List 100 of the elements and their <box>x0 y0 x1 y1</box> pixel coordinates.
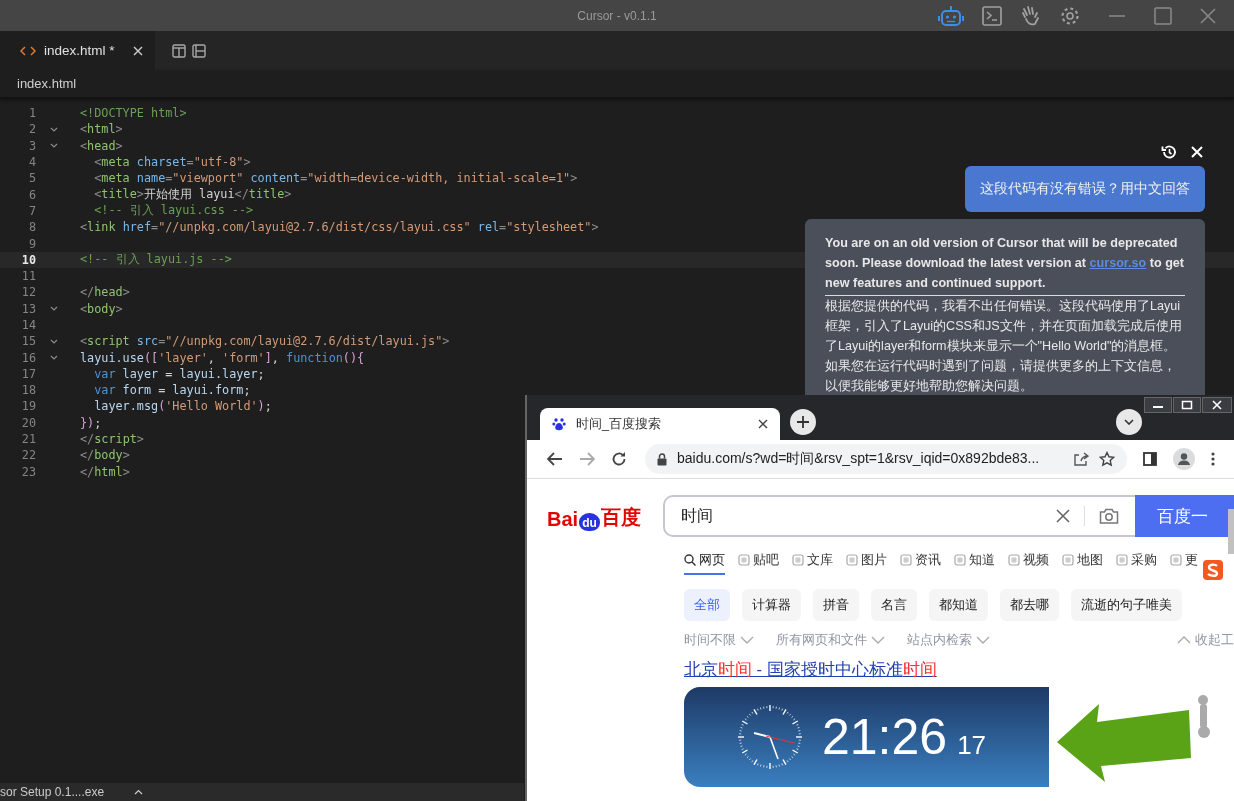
user-message: 这段代码有没有错误？用中文回答 <box>965 166 1205 212</box>
code-line: <!-- 引入 layui.js --> <box>80 251 232 268</box>
line-number: 2 <box>27 122 36 137</box>
new-tab-button[interactable] <box>790 409 816 435</box>
download-file-name[interactable]: sor Setup 0.1....exe <box>0 785 105 799</box>
code-line: <!-- 引入 layui.css --> <box>93 202 254 219</box>
line-number: 16 <box>20 350 36 365</box>
fold-icon[interactable] <box>50 126 58 132</box>
maximize-icon[interactable] <box>1173 397 1201 413</box>
search-category-tab[interactable]: 网页 <box>684 547 725 575</box>
sidebar-icon[interactable] <box>1143 452 1157 466</box>
tab-title: 时间_百度搜索 <box>576 415 661 433</box>
terminal-icon[interactable] <box>982 5 1002 26</box>
close-icon[interactable] <box>1202 397 1232 413</box>
search-category-tab[interactable]: 更 <box>1170 547 1198 575</box>
code-line: }); <box>80 415 102 430</box>
line-number: 10 <box>20 252 36 267</box>
category-icon <box>1170 554 1182 566</box>
editor-tab[interactable]: index.html * <box>0 31 155 70</box>
clock-seconds: 17 <box>957 729 987 761</box>
code-line: var form = layui.form; <box>93 383 251 398</box>
category-icon <box>1008 554 1020 566</box>
chevron-down-icon <box>740 636 754 644</box>
split-horizontal-icon[interactable] <box>192 43 206 58</box>
minimize-icon[interactable] <box>1144 397 1172 413</box>
search-field[interactable]: 时间 <box>663 495 1136 537</box>
search-category-tab[interactable]: 资讯 <box>900 547 941 575</box>
line-number: 13 <box>20 301 36 316</box>
sogou-ime-icon[interactable] <box>1202 559 1224 581</box>
split-vertical-icon[interactable] <box>172 43 186 58</box>
search-category-tab[interactable]: 图片 <box>846 547 887 575</box>
clock-time: 21:26 <box>822 708 948 766</box>
profile-icon[interactable] <box>1173 448 1195 470</box>
fold-icon[interactable] <box>50 143 58 149</box>
more-icon[interactable] <box>1211 452 1215 466</box>
filter-chip[interactable]: 名言 <box>871 589 917 621</box>
breadcrumb[interactable]: index.html <box>17 76 77 91</box>
filter-chip[interactable]: 全部 <box>684 589 730 621</box>
search-button[interactable]: 百度一 <box>1135 495 1234 537</box>
clear-icon[interactable] <box>1056 509 1071 523</box>
browser-tab[interactable]: 时间_百度搜索 <box>540 408 780 440</box>
line-number: 4 <box>27 155 36 170</box>
filter-chip[interactable]: 流逝的句子唯美 <box>1071 589 1182 621</box>
code-line: layer.msg('Hello World'); <box>93 399 272 414</box>
line-number: 18 <box>20 383 36 398</box>
robot-icon[interactable] <box>938 4 964 27</box>
line-number: 15 <box>20 334 36 349</box>
share-icon[interactable] <box>1073 452 1089 466</box>
filter-chip[interactable]: 计算器 <box>742 589 801 621</box>
filter-chip[interactable]: 都去哪 <box>1000 589 1059 621</box>
category-icon <box>1062 554 1074 566</box>
reload-icon[interactable] <box>611 451 627 467</box>
lock-icon <box>657 452 667 466</box>
search-icon <box>684 554 696 566</box>
search-category-tab[interactable]: 采购 <box>1116 547 1157 575</box>
line-number: 1 <box>27 106 36 121</box>
deprecation-notice: You are on an old version of Cursor that will be deprecated soon. Please download the latest version at cursor.so to get new features and continued support. <box>825 233 1185 296</box>
window-title: Cursor - v0.1.1 <box>577 8 657 23</box>
search-category-tab[interactable]: 知道 <box>954 547 995 575</box>
analog-clock-icon <box>736 703 804 771</box>
code-line: <meta name="viewport" content="width=device-width, initial-scale=1"> <box>93 171 578 186</box>
category-icon <box>792 554 804 566</box>
category-icon <box>846 554 858 566</box>
fold-icon[interactable] <box>50 306 58 312</box>
category-icon <box>738 554 750 566</box>
hand-icon[interactable] <box>1020 4 1042 27</box>
back-arrow-icon[interactable] <box>547 452 563 466</box>
line-number: 6 <box>27 187 36 202</box>
line-number: 12 <box>20 285 36 300</box>
fold-icon[interactable] <box>50 355 58 361</box>
line-number: 3 <box>27 138 36 153</box>
line-number: 21 <box>20 432 36 447</box>
code-line: <head> <box>80 138 123 153</box>
chevron-up-icon <box>1177 636 1191 644</box>
address-bar[interactable]: baidu.com/s?wd=时间&rsv_spt=1&rsv_iqid=0x892bde83... <box>645 444 1127 474</box>
search-category-tab[interactable]: 视频 <box>1008 547 1049 575</box>
search-category-tab[interactable]: 贴吧 <box>738 547 779 575</box>
close-icon[interactable] <box>758 419 768 429</box>
code-line: <link href="//unpkg.com/layui@2.7.6/dist/css/layui.css" rel="stylesheet"> <box>80 220 599 235</box>
tab-list-button[interactable] <box>1116 409 1142 435</box>
filter-chip[interactable]: 都知道 <box>929 589 988 621</box>
camera-icon[interactable] <box>1099 508 1120 524</box>
search-category-tab[interactable]: 地图 <box>1062 547 1103 575</box>
chevron-down-icon <box>1124 419 1134 425</box>
history-icon[interactable] <box>1161 144 1177 160</box>
line-number: 5 <box>27 171 36 186</box>
plus-icon <box>797 416 809 428</box>
settings-icon[interactable] <box>1060 5 1080 26</box>
chevron-up-icon[interactable] <box>134 789 144 795</box>
paw-icon <box>552 417 566 431</box>
line-number: 14 <box>20 318 36 332</box>
search-category-tab[interactable]: 文库 <box>792 547 833 575</box>
code-line: layui.use(['layer', 'form'], function(){ <box>80 350 365 365</box>
star-icon[interactable] <box>1099 451 1115 467</box>
fold-icon[interactable] <box>50 338 58 344</box>
code-line: <body> <box>80 301 123 316</box>
category-icon <box>1116 554 1128 566</box>
line-number: 9 <box>27 236 36 251</box>
filter-chip[interactable]: 拼音 <box>813 589 859 621</box>
code-line: <script src="//unpkg.com/layui@2.7.6/dist/layui.js"> <box>80 334 450 349</box>
